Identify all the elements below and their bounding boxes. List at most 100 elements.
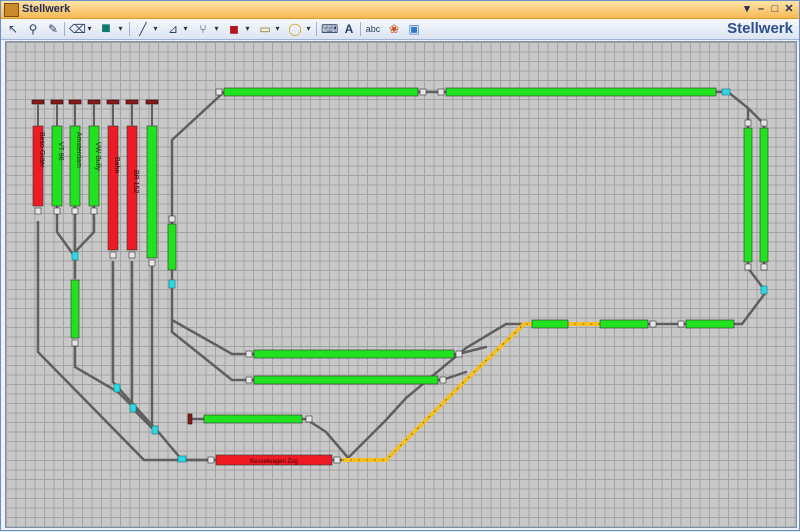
switch-icon[interactable] <box>168 279 176 289</box>
block-unnamed-right[interactable] <box>146 125 158 259</box>
image-icon[interactable]: ▣ <box>406 21 422 37</box>
track-dropdown[interactable]: ▾ <box>152 22 159 36</box>
buffer-stop <box>187 413 193 425</box>
minimize-button[interactable]: – <box>754 2 768 16</box>
signal-icon[interactable] <box>53 207 61 215</box>
block-left-link[interactable] <box>167 223 177 271</box>
signal-icon[interactable] <box>649 320 657 328</box>
bottom-train-label: Kesselwagen Zug <box>250 459 298 465</box>
block-label-amsterdam: Amsterdam <box>75 132 82 168</box>
switches <box>71 88 768 463</box>
signal-icon[interactable] <box>34 207 42 215</box>
signal-icon[interactable] <box>245 376 253 384</box>
signal-icon[interactable] <box>148 259 156 267</box>
buffer-stop <box>125 99 139 105</box>
signal-icon[interactable] <box>215 88 223 96</box>
switch-icon[interactable] <box>71 251 79 261</box>
toolbar: ↖ ⚲ ✎ ⌫ ▾ ■ ▾ ╱ ▾ ⊿ ▾ ⑂ ▾ ◼ ▾ ▭ ▾ ◯ ▾ ⌨ … <box>1 19 799 40</box>
signal-icon[interactable] <box>90 207 98 215</box>
block-vt98[interactable] <box>51 125 63 207</box>
lamp-icon[interactable]: ◯ <box>287 21 303 37</box>
block-bottom-right[interactable] <box>685 319 735 329</box>
signal-icon[interactable] <box>744 263 752 271</box>
color-dropdown[interactable]: ▾ <box>117 22 124 36</box>
signal-icon[interactable] <box>109 251 117 259</box>
switch-dropdown[interactable]: ▾ <box>213 22 220 36</box>
block-top-left[interactable] <box>223 87 419 97</box>
eraser-icon[interactable]: ⌫ <box>69 21 86 37</box>
signal-icon[interactable] <box>419 88 427 96</box>
signal-icon[interactable] <box>760 263 768 271</box>
close-button[interactable]: ✕ <box>782 2 796 16</box>
label-icon[interactable]: A <box>341 21 357 37</box>
signal-icon[interactable] <box>245 350 253 358</box>
block-siding[interactable] <box>203 414 303 424</box>
track-plan[interactable]: Kesselwagen Zug Beso Güter VT 98 Amsterd… <box>6 42 796 527</box>
signal-dropdown[interactable]: ▾ <box>244 22 251 36</box>
switch-icon[interactable]: ⑂ <box>195 21 211 37</box>
track-end-icon[interactable]: ⊿ <box>165 21 181 37</box>
switch-icon[interactable] <box>113 383 121 393</box>
eraser-dropdown[interactable]: ▾ <box>86 22 93 36</box>
signal-icon[interactable] <box>677 320 685 328</box>
pencil-icon[interactable]: ✎ <box>45 21 61 37</box>
palette-icon[interactable]: ❀ <box>386 21 402 37</box>
vertical-blocks: Beso Güter VT 98 Amsterdam VW Bully Bahn… <box>32 125 158 259</box>
maximize-button[interactable]: □ <box>768 2 782 16</box>
signal-icon[interactable] <box>168 215 176 223</box>
stellwerk-window: Stellwerk ▾ – □ ✕ ↖ ⚲ ✎ ⌫ ▾ ■ ▾ ╱ ▾ ⊿ ▾ … <box>0 0 800 531</box>
block-fan-lower[interactable] <box>70 279 80 339</box>
switch-icon[interactable] <box>760 285 768 295</box>
buffer-stop <box>145 99 159 105</box>
toolbar-separator <box>129 22 130 36</box>
signal-icon[interactable] <box>744 119 752 127</box>
signal-icon[interactable] <box>71 339 79 347</box>
title-bar[interactable]: Stellwerk ▾ – □ ✕ <box>1 1 799 19</box>
block-approach-2[interactable] <box>599 319 649 329</box>
block-right-2[interactable] <box>759 127 769 263</box>
track-straight-icon[interactable]: ╱ <box>135 21 151 37</box>
block-station-track-2[interactable] <box>253 375 439 385</box>
switch-icon[interactable] <box>129 403 137 413</box>
block-dropdown[interactable]: ▾ <box>274 22 281 36</box>
track-end-dropdown[interactable]: ▾ <box>182 22 189 36</box>
track-layout-canvas[interactable]: Kesselwagen Zug Beso Güter VT 98 Amsterd… <box>5 41 797 528</box>
app-icon <box>4 3 19 17</box>
signal-icon[interactable] <box>71 207 79 215</box>
route-ties <box>342 323 646 461</box>
block-right-1[interactable] <box>743 127 753 263</box>
switch-icon[interactable] <box>151 425 159 435</box>
active-route <box>342 322 646 462</box>
select-arrow-icon[interactable]: ↖ <box>5 21 21 37</box>
toolbar-separator <box>360 22 361 36</box>
connect-tool-icon[interactable]: ⚲ <box>25 21 41 37</box>
block-label-br152: BR 152 <box>132 170 139 193</box>
signal-icon[interactable] <box>333 456 341 464</box>
signal-icon[interactable] <box>207 456 215 464</box>
text-field-icon[interactable]: ⌨ <box>321 21 338 37</box>
buffer-stop <box>31 99 45 105</box>
block-bahn[interactable] <box>107 125 119 251</box>
lamp-dropdown[interactable]: ▾ <box>305 22 312 36</box>
block-approach-1[interactable] <box>531 319 569 329</box>
signal-icon[interactable] <box>128 251 136 259</box>
signal-icon[interactable] <box>439 376 447 384</box>
signal-icon[interactable] <box>760 119 768 127</box>
abc-icon[interactable]: abc <box>365 21 381 37</box>
block-station-track-1[interactable] <box>253 349 455 359</box>
signal-icon[interactable] <box>455 350 463 358</box>
signals <box>34 88 768 464</box>
switch-icon[interactable] <box>177 455 187 463</box>
signal-icon[interactable] <box>305 415 313 423</box>
block-top-right[interactable] <box>445 87 717 97</box>
signal-icon[interactable] <box>437 88 445 96</box>
buffer-stop <box>68 99 82 105</box>
signal-icon[interactable]: ◼ <box>226 21 242 37</box>
window-menu-button[interactable]: ▾ <box>740 2 754 16</box>
toolbar-separator <box>64 22 65 36</box>
block-icon[interactable]: ▭ <box>257 21 273 37</box>
switch-icon[interactable] <box>721 88 731 96</box>
stub-tracks <box>37 104 153 126</box>
toolbar-separator <box>316 22 317 36</box>
color-swatch-icon[interactable]: ■ <box>98 21 114 37</box>
